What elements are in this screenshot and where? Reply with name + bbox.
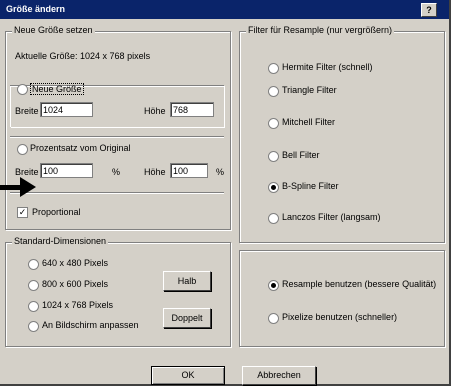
percent-height-label: Höhe — [144, 167, 166, 177]
filter-bspline-radio[interactable] — [268, 182, 279, 193]
proportional-checkbox[interactable]: ✓ — [17, 207, 28, 218]
filter-mitchell-radio[interactable] — [268, 118, 279, 129]
width-input[interactable]: 1024 — [40, 102, 93, 117]
filter-hermite-radio[interactable] — [268, 63, 279, 74]
filter-lanczos-radio[interactable] — [268, 213, 279, 224]
preset-640-radio[interactable] — [28, 259, 39, 270]
standard-dimensions-legend: Standard-Dimensionen — [12, 236, 109, 246]
help-button[interactable]: ? — [421, 3, 437, 17]
height-input[interactable]: 768 — [170, 102, 214, 117]
percent-width-unit: % — [112, 167, 121, 177]
new-size-group: Neue Größe setzen Aktuelle Größe: 1024 x… — [5, 25, 231, 230]
resize-dialog: Größe ändern ? Neue Größe setzen Aktuell… — [0, 0, 451, 386]
preset-1024-label[interactable]: 1024 x 768 Pixels — [42, 300, 113, 310]
percent-width-input[interactable]: 100 — [40, 163, 93, 178]
proportional-label[interactable]: Proportional — [32, 207, 81, 217]
divider — [10, 136, 224, 138]
height-label: Höhe — [144, 106, 166, 116]
current-size-label: Aktuelle Größe: 1024 x 768 pixels — [15, 51, 151, 61]
fit-screen-label[interactable]: An Bildschirm anpassen — [42, 320, 139, 330]
preset-640-label[interactable]: 640 x 480 Pixels — [42, 258, 108, 268]
percent-radio-label[interactable]: Prozentsatz vom Original — [30, 143, 131, 153]
fit-screen-radio[interactable] — [28, 321, 39, 332]
pixelize-label[interactable]: Pixelize benutzen (schneller) — [282, 312, 397, 322]
cancel-button[interactable]: Abbrechen — [242, 366, 316, 385]
double-button[interactable]: Doppelt — [163, 308, 211, 328]
new-size-radio[interactable] — [17, 84, 28, 95]
width-label: Breite — [15, 106, 39, 116]
preset-1024-radio[interactable] — [28, 301, 39, 312]
filter-triangle-radio[interactable] — [268, 86, 279, 97]
filter-legend: Filter für Resample (nur vergrößern) — [246, 25, 395, 35]
new-size-radio-label[interactable]: Neue Größe — [30, 83, 84, 95]
filter-hermite-label[interactable]: Hermite Filter (schnell) — [282, 62, 373, 72]
standard-dimensions-group: Standard-Dimensionen 640 x 480 Pixels 80… — [5, 236, 231, 347]
filter-triangle-label[interactable]: Triangle Filter — [282, 85, 337, 95]
half-button[interactable]: Halb — [163, 271, 211, 291]
title-bar: Größe ändern ? — [0, 0, 449, 19]
filter-bell-label[interactable]: Bell Filter — [282, 150, 320, 160]
preset-800-radio[interactable] — [28, 280, 39, 291]
new-size-legend: Neue Größe setzen — [12, 25, 95, 35]
filter-bell-radio[interactable] — [268, 151, 279, 162]
resample-radio[interactable] — [268, 280, 279, 291]
filter-group: Filter für Resample (nur vergrößern) Her… — [239, 25, 445, 243]
filter-lanczos-label[interactable]: Lanczos Filter (langsam) — [282, 212, 381, 222]
dialog-title: Größe ändern — [6, 4, 66, 14]
percent-radio[interactable] — [17, 144, 28, 155]
filter-bspline-label[interactable]: B-Spline Filter — [282, 181, 339, 191]
filter-mitchell-label[interactable]: Mitchell Filter — [282, 117, 335, 127]
percent-width-label: Breite — [15, 167, 39, 177]
divider — [10, 192, 224, 194]
ok-button[interactable]: OK — [151, 366, 225, 385]
resample-label[interactable]: Resample benutzen (bessere Qualität) — [282, 279, 436, 289]
preset-800-label[interactable]: 800 x 600 Pixels — [42, 279, 108, 289]
percent-height-unit: % — [216, 167, 225, 177]
pixelize-radio[interactable] — [268, 313, 279, 324]
mode-group: Resample benutzen (bessere Qualität) Pix… — [239, 250, 445, 347]
percent-height-input[interactable]: 100 — [170, 163, 208, 178]
